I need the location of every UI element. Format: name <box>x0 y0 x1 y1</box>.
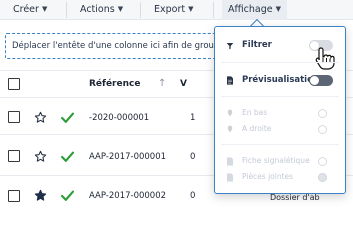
row-checkbox[interactable] <box>8 150 20 162</box>
export-menu-button[interactable]: Export ▼ <box>154 0 194 20</box>
cell-v: 0 <box>190 191 196 201</box>
display-label: Affichage <box>228 4 273 15</box>
actions-label: Actions <box>80 4 115 15</box>
document-icon <box>227 157 233 166</box>
position-right-label: A droite <box>242 124 272 133</box>
chevron-down-icon: ▼ <box>117 5 124 13</box>
row-checkbox[interactable] <box>8 111 20 123</box>
cell-reference: -2020-000001 <box>89 113 150 123</box>
group-drop-zone-text: Déplacer l'entête d'une colonne ici afin… <box>12 41 229 51</box>
toggle-knob <box>310 76 319 85</box>
attachments-label: Pièces jointes <box>242 172 294 181</box>
cell-v: 1 <box>190 113 196 123</box>
toolbar: Créer ▼ Actions ▼ Export ▼ Affichage ▼ <box>0 0 353 20</box>
column-header-v[interactable]: V <box>180 79 187 89</box>
cell-reference: AAP-2017-000002 <box>89 191 167 201</box>
attachment-icon <box>227 173 233 182</box>
preview-label: Prévisualisation <box>242 75 319 85</box>
divider <box>221 62 339 63</box>
group-drop-zone[interactable]: Déplacer l'entête d'une colonne ici afin… <box>5 33 245 59</box>
display-popover: Filtrer Prévisualisation En bas A droite… <box>214 26 346 194</box>
chevron-down-icon: ▼ <box>41 5 48 13</box>
column-header-reference[interactable]: Référence <box>89 79 140 89</box>
cell-v: 0 <box>190 152 196 162</box>
filter-label: Filtrer <box>242 40 272 50</box>
export-label: Export <box>154 4 186 15</box>
chevron-down-icon: ▼ <box>188 5 194 13</box>
row-checkbox[interactable] <box>8 190 20 202</box>
summary-sheet-radio[interactable] <box>318 157 327 166</box>
select-all-checkbox[interactable] <box>8 78 20 90</box>
display-menu-button[interactable]: Affichage ▼ <box>222 0 288 20</box>
star-filled-icon[interactable] <box>34 189 47 202</box>
filter-icon <box>226 43 234 50</box>
star-outline-icon[interactable] <box>34 111 47 124</box>
position-bottom-label: En bas <box>242 108 268 117</box>
actions-menu-button[interactable]: Actions ▼ <box>80 0 123 20</box>
create-menu-button[interactable]: Créer ▼ <box>13 0 47 20</box>
divider <box>221 96 339 97</box>
attachments-radio[interactable] <box>318 173 327 182</box>
cell-dossier: Dossier d'ab <box>270 193 320 202</box>
preview-document-icon <box>227 76 233 85</box>
cell-reference: AAP-2017-000001 <box>89 152 167 162</box>
pin-icon <box>227 125 233 133</box>
create-label: Créer <box>13 4 39 15</box>
preview-toggle[interactable] <box>309 75 333 86</box>
position-right-radio[interactable] <box>318 125 327 134</box>
hand-cursor-icon <box>315 47 335 70</box>
summary-sheet-label: Fiche signalétique <box>242 156 310 165</box>
divider <box>66 2 67 18</box>
divider <box>213 2 214 18</box>
check-icon <box>61 190 74 201</box>
check-icon <box>61 112 74 123</box>
position-bottom-radio[interactable] <box>318 109 327 118</box>
divider <box>221 144 339 145</box>
pin-icon <box>227 109 233 117</box>
chevron-down-icon: ▼ <box>275 5 282 13</box>
check-icon <box>61 151 74 162</box>
sort-arrow-icon[interactable]: ↑ <box>158 78 166 89</box>
star-outline-icon[interactable] <box>34 150 47 163</box>
divider <box>140 2 141 18</box>
